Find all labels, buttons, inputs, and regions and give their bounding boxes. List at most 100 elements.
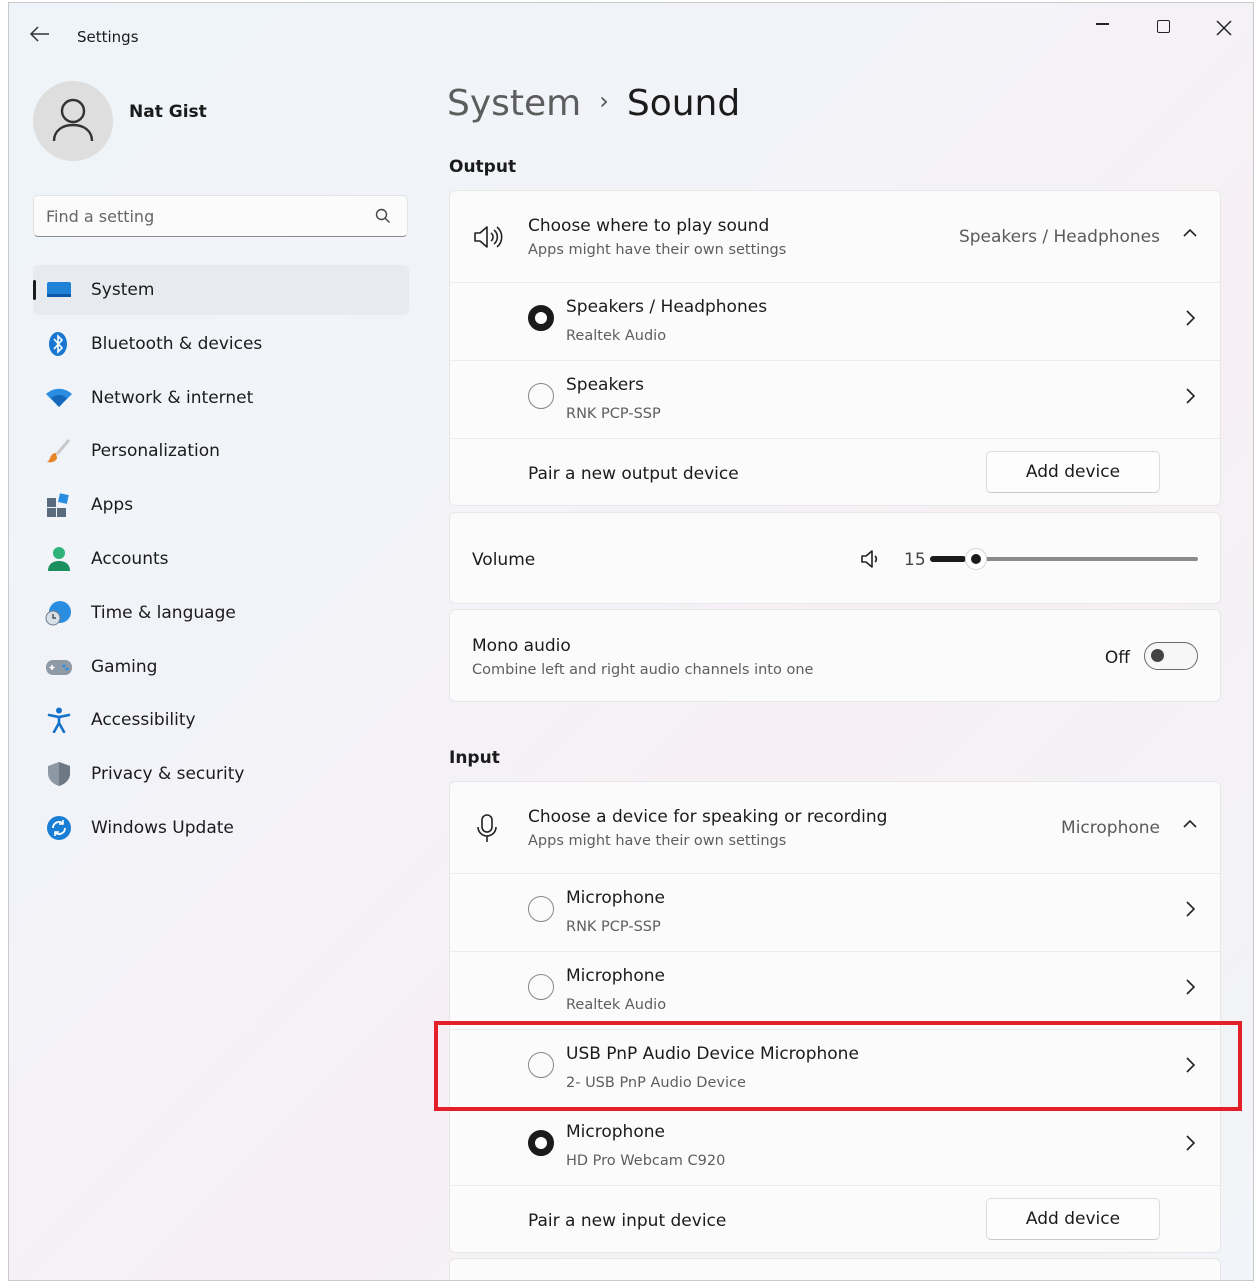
sidebar-item-label: Accounts [91,548,169,569]
input-device-card: Choose a device for speaking or recordin… [449,781,1221,1253]
sidebar-item-bluetooth[interactable]: Bluetooth & devices [33,319,409,369]
volume-speaker-icon[interactable] [860,549,882,569]
sidebar-item-label: Personalization [91,441,220,462]
person-icon [52,98,94,142]
sidebar-item-accounts[interactable]: Accounts [33,534,409,584]
minimize-icon [1095,23,1109,25]
chevron-right-icon[interactable] [1182,1133,1198,1158]
sidebar-item-privacy[interactable]: Privacy & security [33,749,409,799]
device-name: USB PnP Audio Device Microphone [566,1044,859,1064]
input-device-row[interactable]: Microphone HD Pro Webcam C920 [450,1107,1220,1185]
add-output-device-button[interactable]: Add device [986,451,1160,493]
input-header-subtitle: Apps might have their own settings [528,833,787,849]
output-selected-device: Speakers / Headphones [958,227,1160,247]
sidebar-item-label: Apps [91,495,134,516]
device-name: Speakers [566,375,645,395]
minimize-button[interactable] [1079,13,1125,43]
chevron-right-icon[interactable] [1182,977,1198,1002]
sidebar-item-label: Privacy & security [91,764,245,785]
avatar[interactable] [33,81,113,161]
pair-input-label: Pair a new input device [528,1211,727,1231]
shield-icon [48,762,70,787]
back-button[interactable] [29,23,55,49]
accessibility-icon [47,707,71,734]
input-section-title: Input [449,748,500,768]
search-box[interactable] [33,195,408,237]
radio-button[interactable] [528,383,554,409]
scrollbar[interactable] [1253,168,1254,768]
system-icon [47,282,71,297]
device-name: Microphone [566,1122,665,1142]
input-device-row[interactable]: USB PnP Audio Device Microphone 2- USB P… [450,1029,1220,1107]
device-detail: RNK PCP-SSP [566,406,661,422]
bluetooth-icon [49,331,67,356]
chevron-right-icon[interactable] [1182,1055,1198,1080]
sidebar-item-network[interactable]: Network & internet [33,373,409,423]
sidebar-item-label: System [91,280,155,300]
speaker-icon [474,226,503,248]
radio-button[interactable] [528,974,554,1000]
title-bar: Settings [9,3,1253,63]
input-device-row[interactable]: Microphone Realtek Audio [450,951,1220,1029]
sidebar-nav: System Bluetooth & devices Network & int… [33,265,409,857]
sidebar-item-label: Accessibility [91,710,196,731]
gamepad-icon [46,659,72,675]
maximize-icon [1156,20,1170,33]
add-input-device-button[interactable]: Add device [986,1198,1160,1240]
microphone-icon [477,814,497,842]
radio-button[interactable] [528,1052,554,1078]
sidebar-item-label: Bluetooth & devices [91,333,263,354]
volume-slider-fill [930,556,966,562]
device-detail: Realtek Audio [566,997,667,1013]
sidebar-item-time-language[interactable]: Time & language [33,588,409,638]
mono-audio-subtitle: Combine left and right audio channels in… [472,662,814,678]
output-device-row[interactable]: Speakers RNK PCP-SSP [450,360,1220,438]
search-input[interactable] [46,205,366,227]
breadcrumb-separator-icon: › [599,87,609,115]
breadcrumb-parent[interactable]: System [447,83,581,124]
device-name: Microphone [566,888,665,908]
search-icon [375,208,390,223]
close-icon [1216,19,1232,36]
device-detail: HD Pro Webcam C920 [566,1153,726,1169]
sidebar-item-system[interactable]: System [33,265,409,315]
back-arrow-icon [29,26,49,42]
sidebar-item-windows-update[interactable]: Windows Update [33,803,409,853]
sidebar-item-label: Network & internet [91,387,254,408]
radio-button[interactable] [528,305,554,331]
device-detail: 2- USB PnP Audio Device [566,1075,746,1091]
chevron-up-icon[interactable] [1182,225,1198,246]
sidebar-item-apps[interactable]: Apps [33,480,409,530]
next-card [449,1258,1221,1280]
mono-audio-toggle[interactable] [1144,642,1198,670]
radio-button[interactable] [528,896,554,922]
breadcrumb: System › Sound [447,83,740,124]
output-device-header[interactable]: Choose where to play sound Apps might ha… [450,191,1220,282]
sidebar-item-gaming[interactable]: Gaming [33,642,409,692]
brush-icon [47,439,71,463]
pair-output-label: Pair a new output device [528,464,739,484]
globe-clock-icon [45,600,71,626]
input-header-title: Choose a device for speaking or recordin… [528,807,888,827]
output-section-title: Output [449,157,517,177]
chevron-right-icon[interactable] [1182,308,1198,333]
pair-input-row: Pair a new input device Add device [450,1185,1220,1254]
maximize-button[interactable] [1140,13,1186,43]
volume-slider-thumb[interactable] [965,548,987,570]
output-device-row[interactable]: Speakers / Headphones Realtek Audio [450,282,1220,360]
input-device-row[interactable]: Microphone RNK PCP-SSP [450,873,1220,951]
radio-button[interactable] [528,1130,554,1156]
device-name: Microphone [566,966,665,986]
close-button[interactable] [1201,13,1247,43]
chevron-right-icon[interactable] [1182,386,1198,411]
sidebar-item-label: Gaming [91,656,158,677]
sidebar-item-label: Windows Update [91,817,234,838]
app-title: Settings [77,28,139,46]
sidebar-item-personalization[interactable]: Personalization [33,426,409,476]
settings-window: Settings Nat Gist System Bluetooth & dev… [8,2,1254,1281]
chevron-right-icon[interactable] [1182,899,1198,924]
input-device-header[interactable]: Choose a device for speaking or recordin… [450,782,1220,873]
device-detail: Realtek Audio [566,328,667,344]
sidebar-item-accessibility[interactable]: Accessibility [33,695,409,745]
chevron-up-icon[interactable] [1182,816,1198,837]
